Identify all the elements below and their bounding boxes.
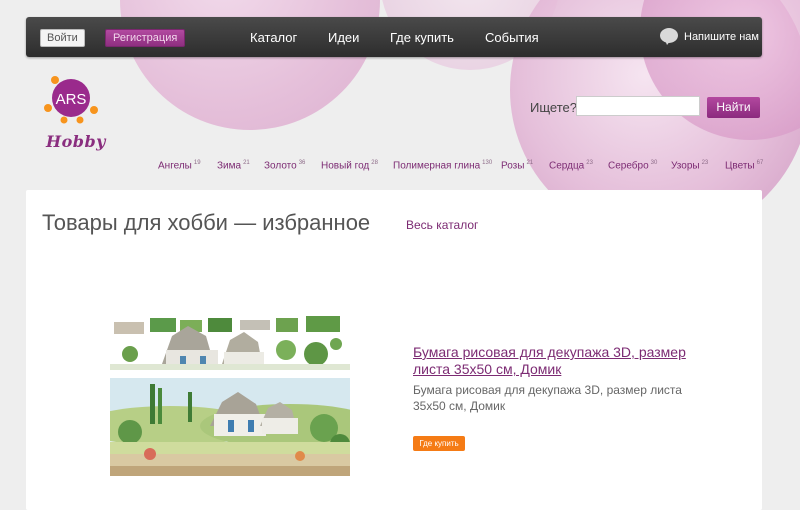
speech-bubble-icon: [660, 28, 678, 45]
tag-link[interactable]: Новый год 28: [321, 160, 378, 171]
tag-link[interactable]: Ангелы 19: [158, 160, 201, 171]
nav-ideas[interactable]: Идеи: [328, 30, 359, 45]
tag-link[interactable]: Узоры 23: [671, 160, 708, 171]
tag-link[interactable]: Розы 21: [501, 160, 533, 171]
write-us-label: Напишите нам: [684, 31, 759, 43]
nav-catalog[interactable]: Каталог: [250, 30, 297, 45]
tag-link[interactable]: Золото 36: [264, 160, 305, 171]
nav-events[interactable]: События: [485, 30, 539, 45]
page-title: Товары для хобби — избранное: [42, 210, 371, 235]
search-button[interactable]: Найти: [707, 97, 760, 118]
where-to-buy-button[interactable]: Где купить: [413, 436, 465, 451]
nav-where-to-buy[interactable]: Где купить: [390, 30, 454, 45]
logo-hobby-text: Hobby: [46, 132, 106, 151]
tag-link[interactable]: Полимерная глина 130: [393, 160, 492, 171]
full-catalog-link[interactable]: Весь каталог: [406, 218, 478, 232]
search-label: Ищете?: [530, 100, 577, 115]
login-button[interactable]: Войти: [40, 29, 85, 47]
main-content-panel: Товары для хобби — избранное Весь катало…: [26, 190, 762, 510]
product-title-link[interactable]: Бумага рисовая для декупажа 3D, размер л…: [413, 344, 713, 378]
logo-ars-text: ARS: [56, 91, 87, 108]
product-description: Бумага рисовая для декупажа 3D, размер л…: [413, 383, 682, 413]
product-image[interactable]: [80, 314, 380, 476]
top-navigation-bar: Войти Регистрация Каталог Идеи Где купит…: [26, 17, 762, 57]
register-button[interactable]: Регистрация: [105, 29, 186, 47]
tag-link[interactable]: Серебро 30: [608, 160, 657, 171]
search-input[interactable]: [576, 96, 700, 116]
tag-link[interactable]: Зима 21: [217, 160, 250, 171]
tag-cloud: Ангелы 19 Зима 21 Золото 36 Новый год 28 Пол…: [0, 160, 800, 176]
site-logo[interactable]: ARS Hobby: [44, 68, 106, 158]
tag-link[interactable]: Сердца 23: [549, 160, 593, 171]
tag-link[interactable]: Цветы 67: [725, 160, 763, 171]
